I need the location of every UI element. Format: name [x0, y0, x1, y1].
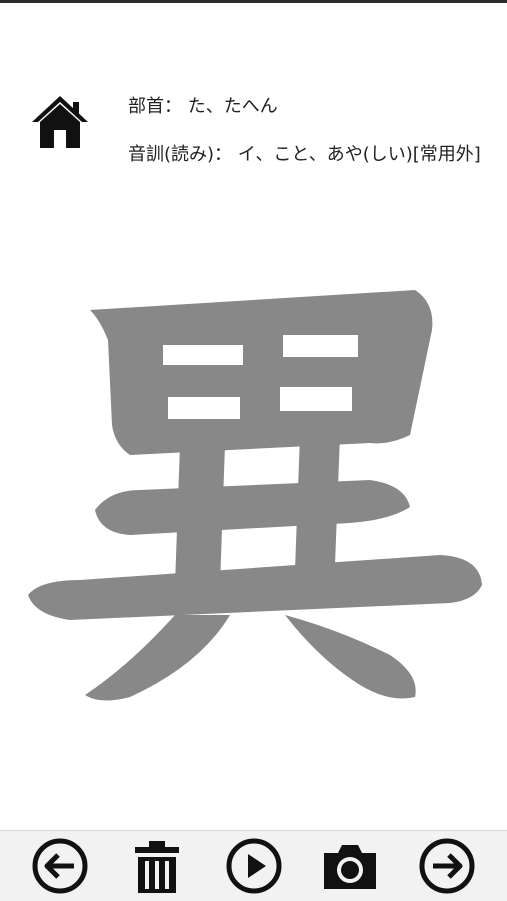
kanji-display: [20, 285, 490, 715]
play-button[interactable]: [224, 837, 284, 895]
camera-button[interactable]: [320, 837, 380, 895]
status-bar-edge: [0, 0, 507, 3]
radical-line: 部首： た、たへん: [128, 96, 496, 118]
arrow-right-icon: [419, 838, 475, 894]
home-icon: [32, 96, 88, 148]
delete-button[interactable]: [127, 837, 187, 895]
reading-line: 音訓(読み)： イ、こと、あや(しい)[常用外]: [128, 144, 496, 166]
bottom-toolbar: [0, 830, 507, 901]
kanji-glyph: [28, 290, 482, 701]
kanji-info: 部首： た、たへん 音訓(読み)： イ、こと、あや(しい)[常用外]: [128, 96, 496, 192]
next-button[interactable]: [417, 837, 477, 895]
reading-label: 音訓(読み)：: [128, 144, 233, 165]
back-button[interactable]: [30, 837, 90, 895]
camera-icon: [324, 845, 376, 889]
play-icon: [226, 838, 282, 894]
radical-label: 部首：: [128, 96, 182, 117]
reading-value: イ、こと、あや(しい)[常用外]: [237, 144, 481, 165]
radical-value: た、たへん: [187, 96, 278, 117]
trash-icon: [135, 841, 179, 893]
arrow-left-icon: [32, 838, 88, 894]
home-button[interactable]: [30, 92, 90, 150]
